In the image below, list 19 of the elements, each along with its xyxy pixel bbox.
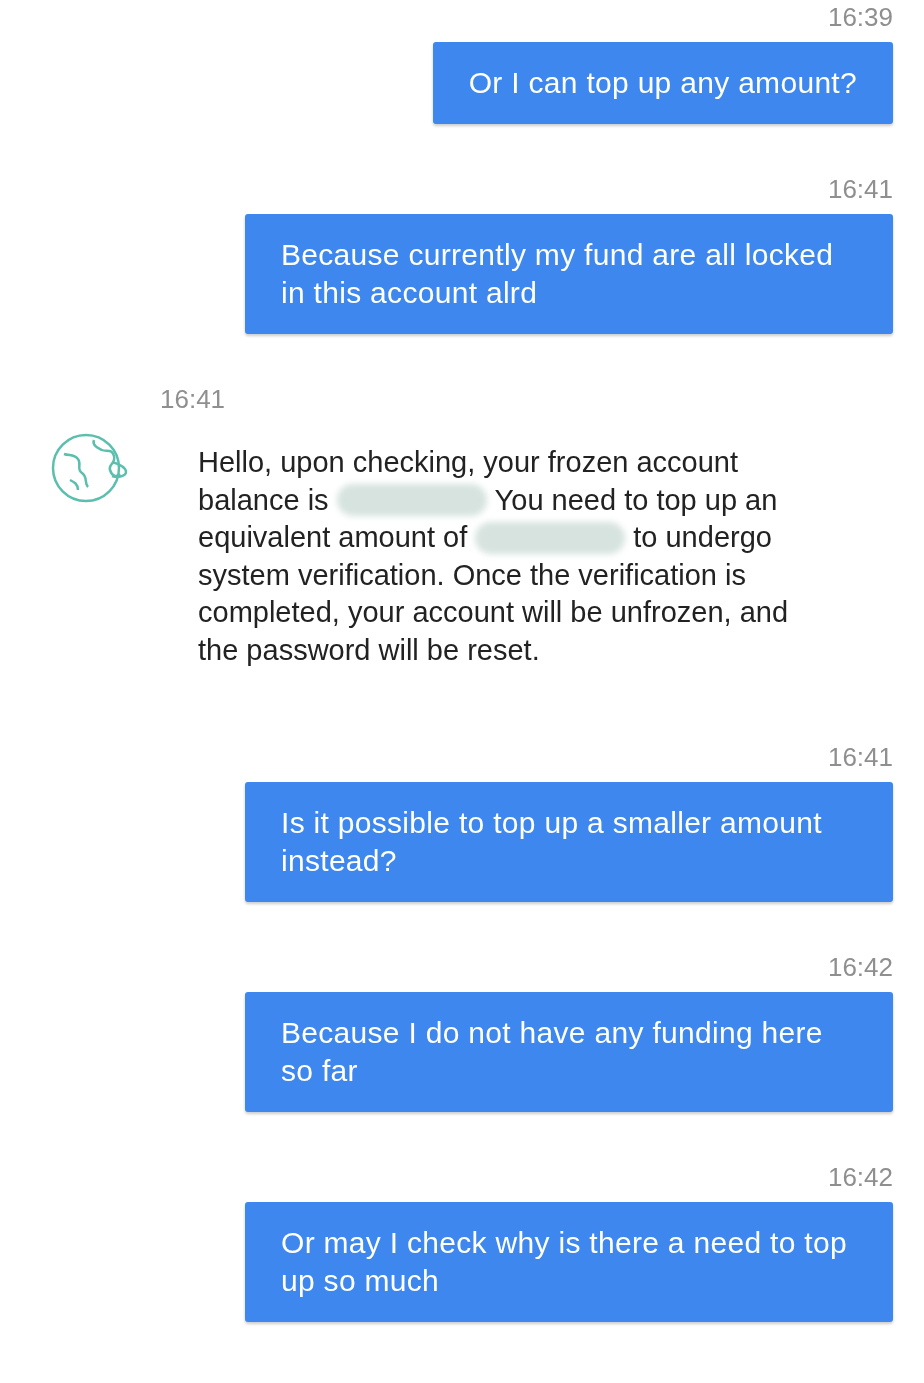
message-text: the password will be reset. <box>198 632 540 668</box>
message-time: 16:41 <box>827 740 893 774</box>
message-text: system verification. Once the verification is <box>198 557 746 593</box>
message-time: 16:41 <box>159 383 227 416</box>
message-text: completed, your account will be unfrozen, and <box>198 595 788 631</box>
message-bubble: Or may I check why is there a need to top up so much <box>245 1201 893 1322</box>
message-bubble: Or I can top up any amount? <box>432 42 893 124</box>
message-text: You need to top up an <box>494 482 778 518</box>
message-bubble: Is it possible to top up a smaller amount instead? <box>245 781 893 902</box>
message-text: to undergo <box>633 520 772 556</box>
message-bubble: Because currently my fund are all locked in this account alrd <box>245 214 893 334</box>
message-time: 16:42 <box>827 950 893 984</box>
message-text: equivalent amount of <box>198 520 468 556</box>
message-bubble: Because I do not have any funding here so far <box>245 991 893 1112</box>
message-text: balance is <box>198 482 329 518</box>
message-time: 16:39 <box>827 1 893 34</box>
message-text: Hello, upon checking, your frozen account <box>198 445 739 480</box>
message-time: 16:42 <box>827 1160 893 1194</box>
message-time: 16:41 <box>827 173 893 206</box>
